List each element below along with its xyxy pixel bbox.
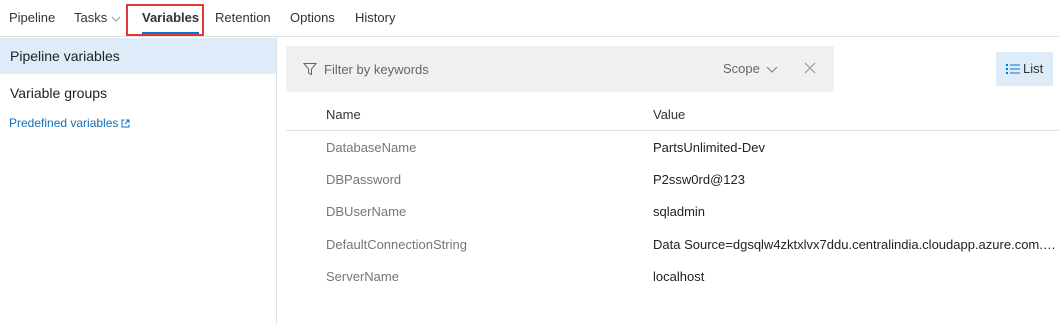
tab-options[interactable]: Options — [290, 0, 335, 36]
table-row[interactable]: ServerName localhost — [286, 261, 1059, 293]
tab-tasks[interactable]: Tasks — [74, 0, 121, 36]
tab-retention[interactable]: Retention — [215, 0, 271, 36]
sidebar-item-label: Pipeline variables — [10, 48, 120, 64]
variable-value: P2ssw0rd@123 — [653, 172, 745, 187]
variable-value: sqladmin — [653, 204, 706, 219]
variable-value: Data Source=dgsqlw4zktxlvx7ddu.centralin… — [653, 237, 1056, 252]
tab-tasks-label: Tasks — [74, 10, 108, 25]
variable-value: localhost — [653, 269, 705, 284]
column-header-value: Value — [653, 107, 686, 122]
chevron-down-icon — [766, 66, 778, 73]
tab-retention-label: Retention — [215, 10, 271, 25]
list-view-label: List — [1023, 61, 1044, 76]
pipeline-tab-bar: Pipeline Tasks Variables Retention Optio… — [0, 0, 1059, 37]
list-icon — [1006, 64, 1020, 74]
tab-variables-label: Variables — [142, 10, 200, 25]
variable-name: DatabaseName — [326, 140, 417, 155]
variable-name: DefaultConnectionString — [326, 237, 467, 252]
list-view-button[interactable]: List — [996, 52, 1053, 86]
sidebar-item-pipeline-variables[interactable]: Pipeline variables — [0, 38, 276, 74]
predefined-variables-label: Predefined variables — [9, 116, 119, 130]
tab-pipeline[interactable]: Pipeline — [9, 0, 55, 36]
table-row[interactable]: DefaultConnectionString Data Source=dgsq… — [286, 229, 1059, 261]
filter-keywords-input[interactable] — [324, 59, 654, 79]
filter-icon — [303, 63, 317, 76]
active-tab-indicator — [142, 32, 200, 34]
variable-name: DBPassword — [326, 172, 402, 187]
variable-name: DBUserName — [326, 204, 407, 219]
variables-sidebar: Pipeline variables Variable groups Prede… — [0, 37, 277, 324]
sidebar-item-label: Variable groups — [10, 85, 108, 101]
external-link-icon — [121, 119, 130, 128]
sidebar-item-variable-groups[interactable]: Variable groups — [0, 75, 276, 111]
column-header-name: Name — [326, 107, 361, 122]
close-icon[interactable] — [804, 62, 816, 74]
filter-bar: Scope — [286, 46, 834, 92]
tab-variables[interactable]: Variables — [142, 0, 200, 36]
table-row[interactable]: DBPassword P2ssw0rd@123 — [286, 164, 1059, 196]
tab-options-label: Options — [290, 10, 335, 25]
variables-table-header: Name Value — [286, 99, 1059, 131]
variable-value: PartsUnlimited-Dev — [653, 140, 765, 155]
tab-history-label: History — [355, 10, 396, 25]
scope-label: Scope — [723, 61, 760, 76]
variable-name: ServerName — [326, 269, 399, 284]
tab-history[interactable]: History — [355, 0, 395, 36]
predefined-variables-link[interactable]: Predefined variables — [9, 116, 130, 130]
tab-pipeline-label: Pipeline — [9, 10, 56, 25]
chevron-down-icon — [111, 16, 121, 22]
table-row[interactable]: DatabaseName PartsUnlimited-Dev — [286, 132, 1059, 164]
table-row[interactable]: DBUserName sqladmin — [286, 196, 1059, 228]
scope-dropdown[interactable]: Scope — [723, 59, 778, 79]
